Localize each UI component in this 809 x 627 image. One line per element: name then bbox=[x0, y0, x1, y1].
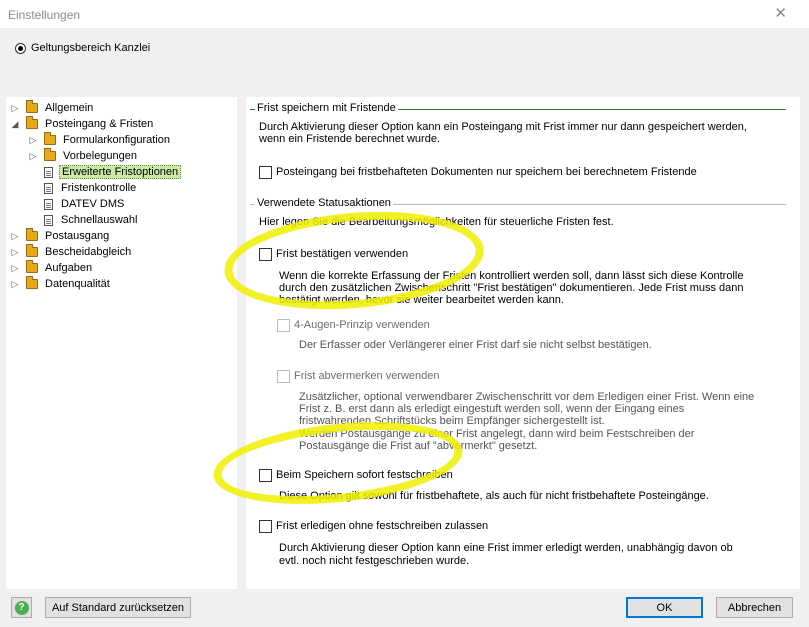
expand-icon[interactable]: ▷ bbox=[10, 103, 20, 114]
checkbox-sofort-festschreiben-label[interactable]: Beim Speichern sofort festschreiben bbox=[276, 469, 453, 481]
tree-item-label: Posteingang & Fristen bbox=[45, 118, 154, 130]
section-title-frist-speichern: Frist speichern mit Fristende bbox=[255, 102, 398, 114]
4-augen-prinzip-desc: Der Erfasser oder Verlängerer einer Fris… bbox=[299, 339, 652, 351]
collapse-icon[interactable]: ◢ bbox=[10, 119, 20, 130]
tree-item-erweiterte-fristoptionen[interactable]: Erweiterte Fristoptionen bbox=[38, 164, 182, 180]
tree-item-label: Allgemein bbox=[45, 102, 94, 114]
reset-defaults-button[interactable]: Auf Standard zurücksetzen bbox=[45, 597, 191, 618]
erledigen-ohne-festschreiben-desc-line1: Durch Aktivierung dieser Option kann ein… bbox=[279, 542, 733, 554]
tree-item-posteingang[interactable]: ◢ Posteingang & Fristen bbox=[10, 116, 155, 132]
settings-content: Frist speichern mit Fristende Durch Akti… bbox=[246, 97, 800, 589]
frist-abvermerken-desc-line4: Werden Postausgänge zu einer Frist angel… bbox=[299, 428, 695, 440]
ok-button[interactable]: OK bbox=[626, 597, 703, 618]
section2-intro: Hier legen Sie die Bearbeitungsmöglichke… bbox=[259, 216, 614, 228]
scope-option[interactable]: Geltungsbereich Kanzlei bbox=[15, 42, 150, 54]
folder-icon bbox=[26, 244, 38, 257]
frist-bestaetigen-desc-line1: Wenn die korrekte Erfassung der Fristen … bbox=[279, 270, 744, 282]
checkbox-frist-abvermerken[interactable] bbox=[277, 370, 290, 383]
folder-icon bbox=[26, 100, 38, 113]
folder-icon bbox=[44, 148, 56, 161]
tree-item-label: Schnellauswahl bbox=[61, 214, 138, 226]
expand-icon[interactable]: ▷ bbox=[10, 247, 20, 258]
section1-description-line1: Durch Aktivierung dieser Option kann ein… bbox=[259, 121, 747, 133]
tree-item-label: Postausgang bbox=[45, 230, 110, 242]
help-icon: ? bbox=[14, 600, 29, 615]
title-bar: Einstellungen ✕ bbox=[0, 0, 809, 28]
frist-abvermerken-desc-line2: Frist z. B. erst dann als erledigt einge… bbox=[299, 403, 685, 415]
tree-item-allgemein[interactable]: ▷ Allgemein bbox=[10, 100, 95, 116]
tree-item-datenqualitaet[interactable]: ▷ Datenqualität bbox=[10, 276, 112, 292]
checkbox-frist-bestaetigen-label[interactable]: Frist bestätigen verwenden bbox=[276, 248, 408, 260]
checkbox-frist-bestaetigen[interactable] bbox=[259, 248, 272, 261]
document-icon bbox=[44, 166, 53, 178]
checkbox-4-augen-prinzip-label[interactable]: 4-Augen-Prinzip verwenden bbox=[294, 319, 430, 331]
expand-icon[interactable]: ▷ bbox=[10, 263, 20, 274]
folder-icon bbox=[26, 276, 38, 289]
close-icon[interactable]: ✕ bbox=[774, 6, 787, 21]
tree-item-aufgaben[interactable]: ▷ Aufgaben bbox=[10, 260, 94, 276]
folder-icon bbox=[26, 116, 38, 129]
checkbox-posteingang-fristende-label[interactable]: Posteingang bei fristbehafteten Dokument… bbox=[276, 166, 697, 178]
expand-icon[interactable]: ▷ bbox=[10, 231, 20, 242]
folder-icon bbox=[26, 260, 38, 273]
frist-bestaetigen-desc-line3: bestätigt werden, bevor sie weiter bearb… bbox=[279, 294, 564, 306]
frist-abvermerken-desc-line3: fristwahrenden Schriftstücks beim Empfän… bbox=[299, 415, 605, 427]
document-icon bbox=[44, 214, 53, 226]
tree-item-vorbelegungen[interactable]: ▷ Vorbelegungen bbox=[28, 148, 139, 164]
scope-label: Geltungsbereich Kanzlei bbox=[31, 42, 151, 54]
tree-item-label: Bescheidabgleich bbox=[45, 246, 132, 258]
cancel-button[interactable]: Abbrechen bbox=[716, 597, 793, 618]
help-button[interactable]: ? bbox=[11, 597, 32, 618]
document-icon bbox=[44, 182, 53, 194]
frist-abvermerken-desc-line1: Zusätzlicher, optional verwendbarer Zwis… bbox=[299, 391, 755, 403]
tree-item-bescheidabgleich[interactable]: ▷ Bescheidabgleich bbox=[10, 244, 133, 260]
tree-item-datev-dms[interactable]: DATEV DMS bbox=[38, 196, 126, 212]
tree-item-formularkonfiguration[interactable]: ▷ Formularkonfiguration bbox=[28, 132, 172, 148]
tree-item-fristenkontrolle[interactable]: Fristenkontrolle bbox=[38, 180, 138, 196]
tree-item-label: Aufgaben bbox=[45, 262, 93, 274]
expand-icon[interactable]: ▷ bbox=[10, 279, 20, 290]
checkbox-frist-abvermerken-label[interactable]: Frist abvermerken verwenden bbox=[294, 370, 440, 382]
tree-item-postausgang[interactable]: ▷ Postausgang bbox=[10, 228, 111, 244]
checkbox-erledigen-ohne-festschreiben-label[interactable]: Frist erledigen ohne festschreiben zulas… bbox=[276, 520, 488, 532]
section-title-statusaktionen: Verwendete Statusaktionen bbox=[255, 197, 393, 209]
window-title: Einstellungen bbox=[8, 8, 81, 22]
checkbox-4-augen-prinzip[interactable] bbox=[277, 319, 290, 332]
folder-icon bbox=[44, 132, 56, 145]
folder-icon bbox=[26, 228, 38, 241]
tree-item-schnellauswahl[interactable]: Schnellauswahl bbox=[38, 212, 139, 228]
frist-bestaetigen-desc-line2: durch den zusätzlichen Zwischenschritt "… bbox=[279, 282, 744, 294]
tree-item-label: Vorbelegungen bbox=[63, 150, 138, 162]
tree-item-label: Formularkonfiguration bbox=[63, 134, 170, 146]
frist-abvermerken-desc-line5: Postausgänge die Frist auf "abvermerkt" … bbox=[299, 440, 538, 452]
sofort-festschreiben-desc: Diese Option gilt sowohl für fristbehaft… bbox=[279, 490, 709, 502]
tree-item-label: Erweiterte Fristoptionen bbox=[59, 165, 182, 179]
expand-icon[interactable]: ▷ bbox=[28, 135, 38, 146]
section1-description-line2: wenn ein Fristende berechnet wurde. bbox=[259, 133, 440, 145]
tree-item-label: Datenqualität bbox=[45, 278, 110, 290]
checkbox-posteingang-fristende[interactable] bbox=[259, 166, 272, 179]
erledigen-ohne-festschreiben-desc-line2: evtl. noch nicht festgeschrieben wurde. bbox=[279, 555, 470, 567]
expand-icon[interactable]: ▷ bbox=[28, 151, 38, 162]
checkbox-erledigen-ohne-festschreiben[interactable] bbox=[259, 520, 272, 533]
checkbox-sofort-festschreiben[interactable] bbox=[259, 469, 272, 482]
scope-radio[interactable] bbox=[15, 42, 26, 54]
tree-item-label: DATEV DMS bbox=[61, 198, 125, 210]
document-icon bbox=[44, 198, 53, 210]
settings-tree: ▷ Allgemein ◢ Posteingang & Fristen ▷ Fo… bbox=[6, 97, 237, 589]
tree-item-label: Fristenkontrolle bbox=[61, 182, 137, 194]
